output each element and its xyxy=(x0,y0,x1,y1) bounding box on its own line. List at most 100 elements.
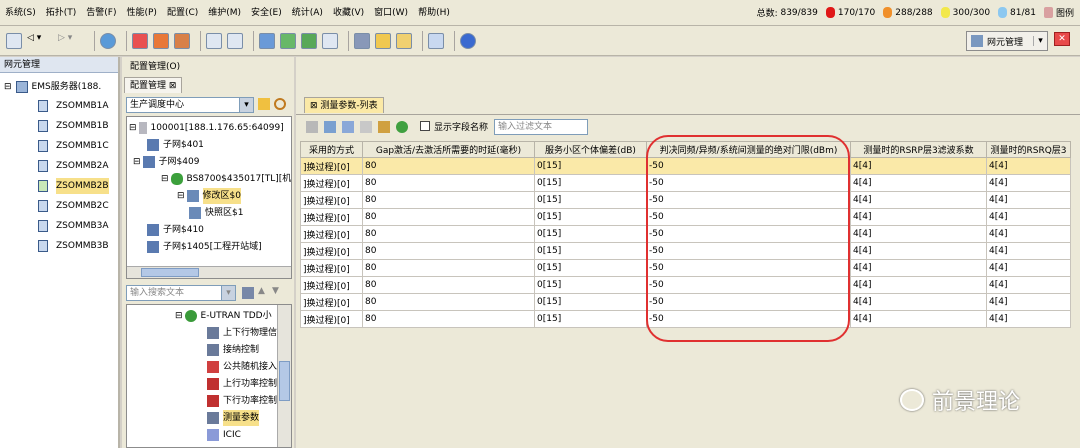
subnet-node[interactable]: 子网$1405[工程开站域] xyxy=(147,239,262,255)
table-cell[interactable]: 80 xyxy=(362,259,535,277)
table-cell[interactable]: 80 xyxy=(362,174,535,192)
table-cell[interactable]: 80 xyxy=(362,276,535,294)
table-cell[interactable]: -50 xyxy=(646,157,851,175)
table-cell[interactable]: 80 xyxy=(362,225,535,243)
table-cell[interactable]: 0[15] xyxy=(534,191,647,209)
edit-icon[interactable] xyxy=(324,121,336,133)
table-cell[interactable]: 0[15] xyxy=(534,157,647,175)
table-cell[interactable]: 4[4] xyxy=(986,174,1071,192)
gear-icon[interactable] xyxy=(354,32,370,49)
menu-window[interactable]: 窗口(W) xyxy=(369,0,413,26)
table-cell[interactable]: ]换过程)[0] xyxy=(300,310,363,328)
tab-close-icon[interactable]: ⊠ xyxy=(310,101,318,111)
binoculars-icon[interactable] xyxy=(242,287,254,299)
table-cell[interactable]: 4[4] xyxy=(850,259,987,277)
network-element-tab[interactable]: 网元管理 xyxy=(0,57,118,73)
tab-config-mgmt[interactable]: 配置管理 ⊠ xyxy=(124,77,183,93)
table-row[interactable]: ]换过程)[0] 80 0[15] -50 4[4] 4[4] xyxy=(300,242,1071,260)
table-cell[interactable]: 4[4] xyxy=(986,259,1071,277)
table-cell[interactable]: -50 xyxy=(646,276,851,294)
tools-icon[interactable] xyxy=(428,32,444,49)
collapse-icon[interactable]: ⊟ xyxy=(129,120,137,136)
table-cell[interactable]: 4[4] xyxy=(850,310,987,328)
table-cell[interactable]: 80 xyxy=(362,208,535,226)
search-input[interactable]: 输入搜索文本 ▾ xyxy=(126,285,236,301)
scroll-thumb[interactable] xyxy=(141,268,199,277)
table-cell[interactable]: ]换过程)[0] xyxy=(300,191,363,209)
net-mgr-dropdown[interactable]: 网元管理 ▾ xyxy=(966,31,1048,51)
snapshot-area-node[interactable]: 快照区$1 xyxy=(189,205,243,221)
base-station-node[interactable]: ⊟ BS8700$435017[TL][机 xyxy=(161,171,291,187)
table-cell[interactable]: 0[15] xyxy=(534,276,647,294)
menu-alarm[interactable]: 告警(F) xyxy=(81,0,121,26)
ne-item[interactable]: ZSOMMB2A xyxy=(38,158,109,174)
menu-config[interactable]: 配置(C) xyxy=(162,0,203,26)
table-cell[interactable]: -50 xyxy=(646,310,851,328)
collapse-icon[interactable]: ⊟ xyxy=(161,171,169,187)
window-icon[interactable] xyxy=(206,32,222,49)
ne-item[interactable]: ZSOMMB3B xyxy=(38,238,109,254)
table-cell[interactable]: 4[4] xyxy=(850,225,987,243)
help-icon[interactable] xyxy=(460,32,476,49)
table-cell[interactable]: 4[4] xyxy=(986,191,1071,209)
ems-server-node[interactable]: ⊟ EMS服务器(188. xyxy=(4,79,101,95)
collapse-icon[interactable]: ⊟ xyxy=(177,188,185,204)
tab-measure-params[interactable]: ⊠ 测量参数-列表 xyxy=(304,97,384,113)
monitor-icon[interactable] xyxy=(227,32,243,49)
table-row[interactable]: ]换过程)[0] 80 0[15] -50 4[4] 4[4] xyxy=(300,259,1071,277)
ne-item-selected[interactable]: ZSOMMB2B xyxy=(38,178,109,194)
table-cell[interactable]: 80 xyxy=(362,293,535,311)
wrench-icon[interactable] xyxy=(378,121,390,133)
chart-icon[interactable] xyxy=(259,32,275,49)
alarm-major[interactable]: 288/288 xyxy=(883,7,933,18)
column-header[interactable]: 服务小区个体偏差(dB) xyxy=(534,141,647,158)
table-cell[interactable]: ]换过程)[0] xyxy=(300,242,363,260)
table-cell[interactable]: ]换过程)[0] xyxy=(300,276,363,294)
tree-root-node[interactable]: ⊟ 100001[188.1.176.65:64099] xyxy=(129,120,284,136)
filter-input[interactable]: 输入过滤文本 xyxy=(494,119,588,135)
search-icon[interactable] xyxy=(274,98,286,110)
menu-favorites[interactable]: 收藏(V) xyxy=(328,0,369,26)
mo-item-selected[interactable]: 测量参数 xyxy=(207,410,260,426)
table-row[interactable]: ]换过程)[0] 80 0[15] -50 4[4] 4[4] xyxy=(300,191,1071,209)
ne-item[interactable]: ZSOMMB3A xyxy=(38,218,109,234)
column-header[interactable]: Gap激活/去激活所需要的时延(毫秒) xyxy=(362,141,535,158)
region-select[interactable]: 生产调度中心 ▾ xyxy=(126,97,254,113)
table-cell[interactable]: 4[4] xyxy=(986,242,1071,260)
alarm-total[interactable]: 总数: 839/839 xyxy=(757,6,818,20)
subnet-node[interactable]: 子网$401 xyxy=(147,137,204,153)
menu-help[interactable]: 帮助(H) xyxy=(413,0,455,26)
table-cell[interactable]: 80 xyxy=(362,157,535,175)
table-cell[interactable]: -50 xyxy=(646,293,851,311)
table-row[interactable]: ]换过程)[0] 80 0[15] -50 4[4] 4[4] xyxy=(300,293,1071,311)
subnet-node[interactable]: ⊟ 子网$409 xyxy=(133,154,199,170)
table-cell[interactable]: -50 xyxy=(646,174,851,192)
table-cell[interactable]: ]换过程)[0] xyxy=(300,157,363,175)
alarm-bell-icon[interactable] xyxy=(132,32,148,49)
collapse-icon[interactable]: ⊟ xyxy=(175,308,183,324)
globe-icon[interactable] xyxy=(100,32,116,49)
copy-icon[interactable] xyxy=(360,121,372,133)
table-cell[interactable]: ]换过程)[0] xyxy=(300,225,363,243)
menu-topology[interactable]: 拓扑(T) xyxy=(41,0,82,26)
subnet-node[interactable]: 子网$410 xyxy=(147,222,204,238)
table-cell[interactable]: 0[15] xyxy=(534,293,647,311)
collapse-icon[interactable]: ⊟ xyxy=(4,79,12,95)
table-cell[interactable]: 80 xyxy=(362,310,535,328)
menu-maintenance[interactable]: 维护(M) xyxy=(203,0,246,26)
mo-item[interactable]: 上下行物理信 xyxy=(207,325,277,341)
forward-icon[interactable]: ▷ ▾ xyxy=(58,33,84,49)
table-row[interactable]: ]换过程)[0] 80 0[15] -50 4[4] 4[4] xyxy=(300,225,1071,243)
table-cell[interactable]: ]换过程)[0] xyxy=(300,174,363,192)
menu-system[interactable]: 系统(S) xyxy=(0,0,41,26)
alarm-critical[interactable]: 170/170 xyxy=(825,7,875,18)
config-icon[interactable] xyxy=(375,32,391,49)
statistics-icon[interactable] xyxy=(301,32,317,49)
menu-performance[interactable]: 性能(P) xyxy=(121,0,161,26)
alarm-minor[interactable]: 300/300 xyxy=(940,7,990,18)
table-cell[interactable]: 4[4] xyxy=(850,174,987,192)
table-cell[interactable]: -50 xyxy=(646,208,851,226)
up-arrow-icon[interactable]: ▲ xyxy=(258,286,265,296)
tab-close-icon[interactable]: ⊠ xyxy=(169,81,177,91)
table-cell[interactable]: 4[4] xyxy=(986,293,1071,311)
